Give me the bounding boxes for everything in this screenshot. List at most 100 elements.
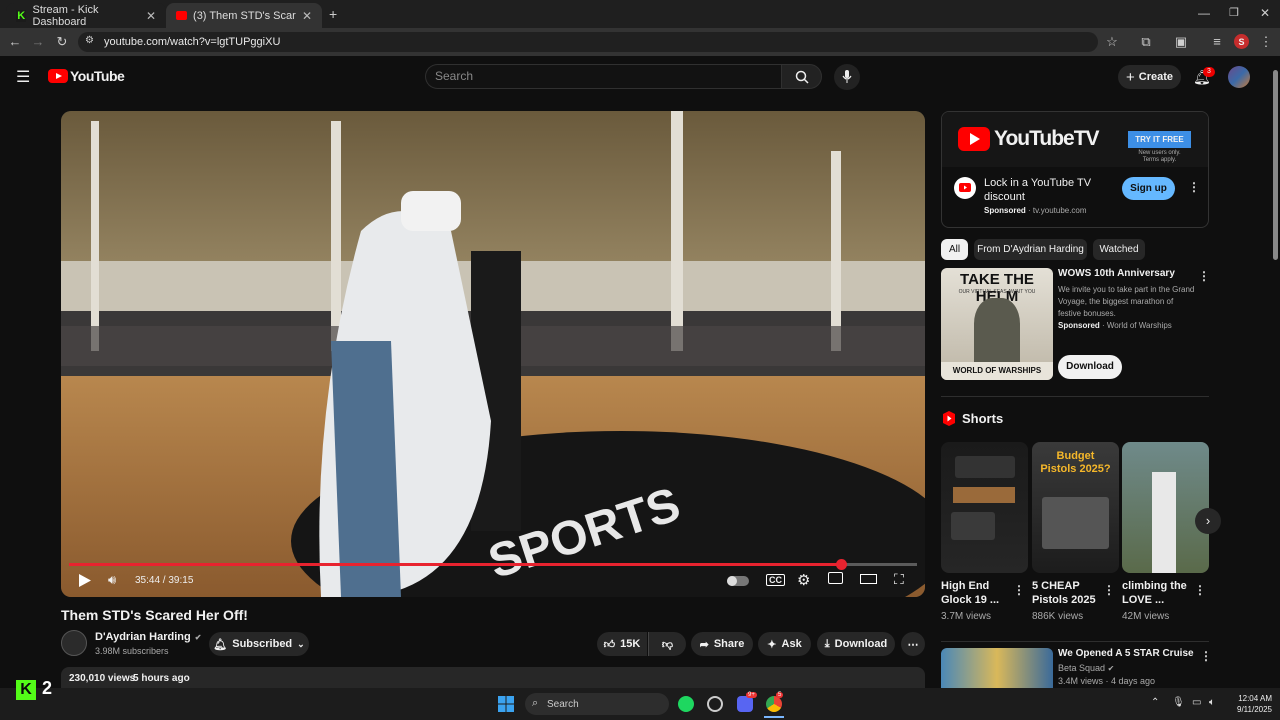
chrome-menu-icon[interactable]: ⋮ [1257, 34, 1275, 50]
taskbar-clock[interactable]: 12:04 AM 9/11/2025 [1222, 693, 1272, 715]
discord-icon[interactable] [737, 696, 753, 712]
tab-youtube-video[interactable]: (3) Them STD's Scared Her Off! ✕ [166, 3, 322, 28]
search-input[interactable]: Search [425, 64, 781, 89]
site-info-icon[interactable]: ⚙ [85, 35, 94, 46]
subscribed-button[interactable]: 🔔︎ Subscribed ⌄ [209, 632, 309, 656]
next-video-title[interactable]: We Opened A 5 STAR Cruise [1058, 648, 1194, 659]
speaker-tray-icon[interactable]: 🔈︎ [1209, 697, 1215, 708]
short-thumbnail[interactable] [941, 442, 1028, 573]
chip-from-channel[interactable]: From D'Aydrian Harding [974, 239, 1087, 260]
promo-thumbnail[interactable]: TAKE THE HELM OUR VIRTUAL SEAS AWAIT YOU… [941, 268, 1053, 380]
short-menu-icon[interactable]: ⋮ [1194, 583, 1206, 597]
microphone-tray-icon[interactable]: 🎙︎ [1172, 697, 1185, 708]
omnibox[interactable]: ⚙ youtube.com/watch?v=lgtTUPggiXU [78, 32, 1098, 52]
short-title[interactable]: 5 CHEAP Pistols 2025 [1032, 579, 1098, 607]
spotify-icon[interactable] [678, 696, 694, 712]
sparkle-icon: ✦ [767, 638, 777, 651]
captain-figure [974, 298, 1020, 362]
scrubber-handle[interactable] [835, 559, 847, 570]
short-thumbnail[interactable] [1122, 442, 1209, 573]
ask-label: Ask [781, 638, 802, 650]
search-button[interactable] [781, 64, 822, 89]
short-thumbnail[interactable]: Budget Pistols 2025? [1032, 442, 1119, 573]
video-player[interactable]: SPORTS 🔊︎ 35:44 / 39:15 CC ⚙ ⛶ [61, 111, 925, 597]
restore-icon[interactable]: ❐ [1229, 6, 1239, 19]
windows-start-icon[interactable] [498, 696, 514, 712]
plus-icon: + [1125, 68, 1135, 86]
bell-icon: 🔔︎ [213, 638, 228, 651]
back-icon[interactable]: ← [6, 34, 24, 50]
close-tab-icon[interactable]: ✕ [146, 9, 156, 23]
dislike-button[interactable]: 👎︎ [648, 632, 686, 656]
like-button[interactable]: 👍︎ 15K [597, 632, 647, 656]
tab-kick-dashboard[interactable]: K Stream - Kick Dashboard ✕ [6, 3, 166, 28]
sign-up-button[interactable]: Sign up [1122, 177, 1175, 200]
promo-menu-icon[interactable]: ⋮ [1198, 269, 1210, 283]
app-icon[interactable] [707, 696, 723, 712]
verified-check-icon: ✔ [194, 632, 202, 642]
youtube-tv-ad-card[interactable]: YouTubeTV TRY IT FREE New users only. Ter… [941, 111, 1209, 228]
youtube-mini-icon [959, 183, 971, 192]
media-controls-icon[interactable]: ≡ [1208, 34, 1226, 50]
channel-name: D'Aydrian Harding [95, 631, 191, 643]
promo-meta: Sponsored · World of Warships [1058, 321, 1172, 330]
play-icon[interactable] [79, 574, 91, 587]
short-title[interactable]: High End Glock 19 ... [941, 579, 1007, 607]
download-button[interactable]: ⤓ Download [817, 632, 895, 656]
progress-track[interactable] [69, 563, 917, 566]
search-icon [795, 70, 809, 84]
settings-gear-icon[interactable]: ⚙ [797, 571, 810, 589]
ask-button[interactable]: ✦ Ask [758, 632, 811, 656]
chip-all[interactable]: All [941, 239, 968, 260]
more-actions-button[interactable]: ⋯ [901, 632, 925, 656]
youtube-logo[interactable]: YouTube [48, 68, 125, 84]
video-title: Them STD's Scared Her Off! [61, 607, 248, 623]
next-video-channel[interactable]: Beta Squad ✔ [1058, 663, 1114, 673]
bookmark-star-icon[interactable]: ☆ [1103, 34, 1121, 50]
next-video-menu-icon[interactable]: ⋮ [1200, 649, 1212, 663]
fullscreen-icon[interactable]: ⛶ [894, 571, 904, 588]
next-video-thumbnail[interactable] [941, 648, 1053, 688]
theater-mode-icon[interactable] [860, 574, 877, 584]
chip-watched[interactable]: Watched [1093, 239, 1145, 260]
account-avatar[interactable] [1228, 66, 1250, 88]
channel-name-link[interactable]: D'Aydrian Harding ✔ [95, 631, 201, 643]
minimize-icon[interactable]: — [1198, 6, 1210, 20]
short-menu-icon[interactable]: ⋮ [1013, 583, 1025, 597]
reload-icon[interactable]: ↻ [53, 34, 71, 50]
time-display: 35:44 / 39:15 [135, 575, 194, 586]
thumb-object [955, 456, 1015, 478]
kick-logo: K [16, 680, 36, 700]
forward-icon[interactable]: → [29, 34, 47, 50]
create-button[interactable]: + Create [1118, 65, 1181, 89]
scrollbar-thumb[interactable] [1273, 70, 1278, 260]
window-close-icon[interactable]: ✕ [1260, 6, 1270, 20]
share-button[interactable]: ➦ Share [691, 632, 753, 656]
autoplay-toggle[interactable] [727, 576, 749, 586]
description-box[interactable]: 230,010 views 5 hours ago [61, 667, 925, 689]
profile-avatar[interactable]: S [1234, 34, 1249, 49]
short-title[interactable]: climbing the LOVE ... [1122, 579, 1192, 607]
side-panel-icon[interactable]: ▣ [1172, 34, 1190, 50]
volume-icon[interactable]: 🔊︎ [108, 572, 116, 588]
short-menu-icon[interactable]: ⋮ [1103, 583, 1115, 597]
extensions-icon[interactable]: ⧉ [1137, 34, 1155, 50]
captions-icon[interactable]: CC [766, 574, 785, 586]
chrome-icon[interactable] [766, 696, 782, 712]
hamburger-menu-icon[interactable]: ☰ [16, 67, 30, 87]
taskbar-search-input[interactable]: ⌕ Search [525, 693, 669, 715]
system-tray-chevron-icon[interactable]: ⌃ [1151, 697, 1159, 708]
voice-search-button[interactable] [834, 64, 860, 90]
try-free-cta[interactable]: TRY IT FREE [1128, 131, 1191, 148]
new-tab-icon[interactable]: + [329, 6, 337, 22]
miniplayer-icon[interactable] [828, 572, 843, 584]
ad-menu-icon[interactable]: ⋮ [1188, 180, 1200, 194]
network-icon[interactable]: ▭ [1192, 697, 1201, 708]
promo-title[interactable]: WOWS 10th Anniversary [1058, 268, 1175, 279]
taskbar-search-icon: ⌕ [532, 697, 539, 709]
channel-avatar[interactable] [61, 630, 87, 656]
promo-download-button[interactable]: Download [1058, 355, 1122, 379]
thumbs-up-icon: 👍︎ [603, 638, 616, 651]
close-tab-icon[interactable]: ✕ [302, 9, 312, 23]
shorts-next-arrow-icon[interactable]: › [1195, 508, 1221, 534]
